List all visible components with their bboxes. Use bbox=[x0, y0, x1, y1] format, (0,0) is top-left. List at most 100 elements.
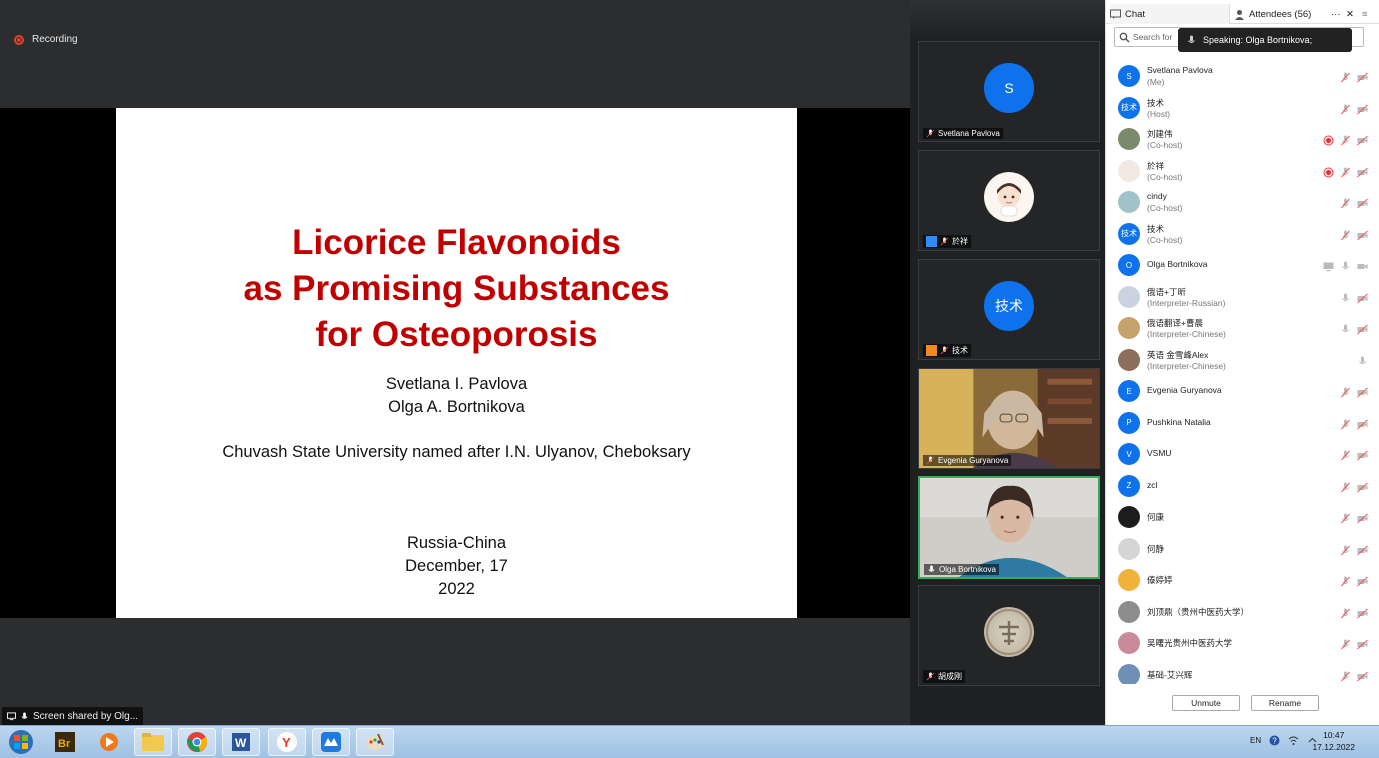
camera-off-icon[interactable] bbox=[1357, 448, 1368, 466]
taskbar-app-voov[interactable] bbox=[312, 728, 350, 756]
attendee-row[interactable]: 俄语+丁昕 (Interpreter-Russian) bbox=[1106, 281, 1379, 313]
attendee-row[interactable]: 刘顶鼎（贵州中医药大学） bbox=[1106, 596, 1379, 628]
attendee-row[interactable]: Zzcl bbox=[1106, 470, 1379, 502]
attendee-row[interactable]: 英语 金雪峰Alex (Interpreter-Chinese) bbox=[1106, 344, 1379, 376]
clock[interactable]: 10:47 17.12.2022 bbox=[1312, 729, 1355, 753]
mic-muted-icon[interactable] bbox=[1340, 133, 1351, 151]
taskbar-app-media-player[interactable] bbox=[90, 728, 128, 756]
camera-off-icon[interactable] bbox=[1357, 102, 1368, 120]
camera-off-icon[interactable] bbox=[1357, 196, 1368, 214]
close-button[interactable]: ✕ bbox=[1346, 4, 1354, 24]
slide-title-line: for Osteoporosis bbox=[315, 315, 598, 354]
mic-icon[interactable] bbox=[1340, 259, 1351, 277]
mic-muted-icon[interactable] bbox=[1340, 511, 1351, 529]
attendee-row[interactable]: 何静 bbox=[1106, 533, 1379, 565]
camera-off-icon[interactable] bbox=[1357, 291, 1368, 309]
mic-muted-icon[interactable] bbox=[1340, 448, 1351, 466]
video-tile-active-speaker[interactable]: Olga Bortnikova bbox=[918, 476, 1100, 579]
attendee-row[interactable]: 吴曙光贵州中医药大学 bbox=[1106, 627, 1379, 659]
camera-off-icon[interactable] bbox=[1357, 606, 1368, 624]
taskbar-app-chrome[interactable] bbox=[178, 728, 216, 756]
attendee-status-icons bbox=[1340, 228, 1368, 246]
camera-off-icon[interactable] bbox=[1357, 385, 1368, 403]
mic-icon[interactable] bbox=[1340, 291, 1351, 309]
attendee-row[interactable]: 技术 技术 (Co-host) bbox=[1106, 218, 1379, 250]
screen-shared-badge[interactable]: Screen shared by Olg... bbox=[2, 707, 144, 725]
attendee-row[interactable]: P Pushkina Natalia bbox=[1106, 407, 1379, 439]
camera-off-icon[interactable] bbox=[1357, 574, 1368, 592]
slide-author: Svetlana I. Pavlova bbox=[385, 375, 528, 393]
camera-off-icon[interactable] bbox=[1357, 70, 1368, 88]
attendee-row[interactable]: 刘建伟 (Co-host) bbox=[1106, 123, 1379, 155]
network-icon[interactable] bbox=[1288, 735, 1299, 746]
taskbar-app-yandex[interactable]: Y bbox=[268, 728, 306, 756]
taskbar-app-word[interactable]: W bbox=[222, 728, 260, 756]
help-icon[interactable]: ? bbox=[1269, 735, 1280, 746]
camera-icon[interactable] bbox=[1357, 259, 1368, 277]
mic-muted-icon[interactable] bbox=[1340, 165, 1351, 183]
video-tile[interactable]: 於祥 bbox=[918, 150, 1100, 251]
video-tile-name: Svetlana Pavlova bbox=[923, 128, 1003, 139]
unmute-button[interactable]: Unmute bbox=[1172, 695, 1240, 711]
camera-off-icon[interactable] bbox=[1357, 133, 1368, 151]
mic-muted-icon[interactable] bbox=[1340, 543, 1351, 561]
mic-muted-icon[interactable] bbox=[1340, 385, 1351, 403]
slide-title: Licorice Flavonoids as Promising Substan… bbox=[116, 220, 797, 358]
camera-off-icon[interactable] bbox=[1357, 637, 1368, 655]
mic-muted-icon bbox=[940, 346, 949, 355]
participant-name: Evgenia Guryanova bbox=[938, 456, 1009, 465]
attendee-name: 技术 bbox=[1147, 223, 1165, 234]
recording-indicator[interactable]: Recording bbox=[14, 34, 78, 45]
video-tile[interactable]: 技术 技术 bbox=[918, 259, 1100, 360]
tab-attendees[interactable]: Attendees (56) bbox=[1234, 4, 1311, 24]
attendee-row[interactable]: 於祥 (Co-host) bbox=[1106, 155, 1379, 187]
language-indicator[interactable]: EN bbox=[1250, 736, 1261, 745]
panel-menu-button[interactable]: ≡ bbox=[1362, 4, 1368, 24]
taskbar-app-bridge[interactable]: Br bbox=[46, 728, 84, 756]
camera-off-icon[interactable] bbox=[1357, 417, 1368, 435]
attendee-row[interactable]: 傣婷婷 bbox=[1106, 564, 1379, 596]
attendee-row[interactable]: 何康 bbox=[1106, 501, 1379, 533]
camera-off-icon[interactable] bbox=[1357, 669, 1368, 685]
mic-muted-icon[interactable] bbox=[1340, 417, 1351, 435]
attendee-row[interactable]: E Evgenia Guryanova bbox=[1106, 375, 1379, 407]
attendee-row[interactable]: V VSMU bbox=[1106, 438, 1379, 470]
tab-chat[interactable]: Chat bbox=[1110, 4, 1230, 24]
video-tile[interactable]: Evgenia Guryanova bbox=[918, 368, 1100, 469]
mic-muted-icon[interactable] bbox=[1340, 574, 1351, 592]
mic-muted-icon[interactable] bbox=[1340, 70, 1351, 88]
mic-icon[interactable] bbox=[1340, 322, 1351, 340]
camera-off-icon[interactable] bbox=[1357, 511, 1368, 529]
attendee-row[interactable]: cindy (Co-host) bbox=[1106, 186, 1379, 218]
avatar bbox=[1118, 600, 1140, 623]
camera-off-icon[interactable] bbox=[1357, 322, 1368, 340]
camera-off-icon[interactable] bbox=[1357, 480, 1368, 498]
camera-off-icon[interactable] bbox=[1357, 543, 1368, 561]
video-tile[interactable]: S Svetlana Pavlova bbox=[918, 41, 1100, 142]
taskbar-app-paint[interactable] bbox=[356, 728, 394, 756]
start-button[interactable] bbox=[2, 728, 40, 756]
attendee-name: 何静 bbox=[1147, 543, 1165, 554]
attendee-row[interactable]: 基础-艾兴辉 bbox=[1106, 659, 1379, 685]
mic-muted-icon[interactable] bbox=[1340, 669, 1351, 685]
attendee-row[interactable]: 技术 技术 (Host) bbox=[1106, 92, 1379, 124]
video-tile[interactable]: 胡成刚 bbox=[918, 585, 1100, 686]
mic-muted-icon[interactable] bbox=[1340, 196, 1351, 214]
attendee-row[interactable]: 俄语翻译+曹晨 (Interpreter-Chinese) bbox=[1106, 312, 1379, 344]
attendee-name: 基础-艾兴辉 bbox=[1147, 669, 1193, 680]
attendee-row[interactable]: S Svetlana Pavlova (Me) bbox=[1106, 60, 1379, 92]
more-options-button[interactable]: ··· bbox=[1331, 4, 1341, 24]
mic-muted-icon[interactable] bbox=[1340, 102, 1351, 120]
mic-muted-icon[interactable] bbox=[1340, 637, 1351, 655]
camera-off-icon[interactable] bbox=[1357, 228, 1368, 246]
taskbar-app-explorer[interactable] bbox=[134, 728, 172, 756]
rename-button[interactable]: Rename bbox=[1251, 695, 1319, 711]
camera-off-icon[interactable] bbox=[1357, 165, 1368, 183]
mic-muted-icon[interactable] bbox=[1340, 606, 1351, 624]
paint-icon bbox=[366, 733, 384, 750]
mic-muted-icon[interactable] bbox=[1340, 480, 1351, 498]
mic-muted-icon[interactable] bbox=[1340, 228, 1351, 246]
avatar bbox=[1118, 569, 1140, 591]
mic-icon[interactable] bbox=[1357, 354, 1368, 372]
attendee-row[interactable]: O Olga Bortnikova bbox=[1106, 249, 1379, 281]
